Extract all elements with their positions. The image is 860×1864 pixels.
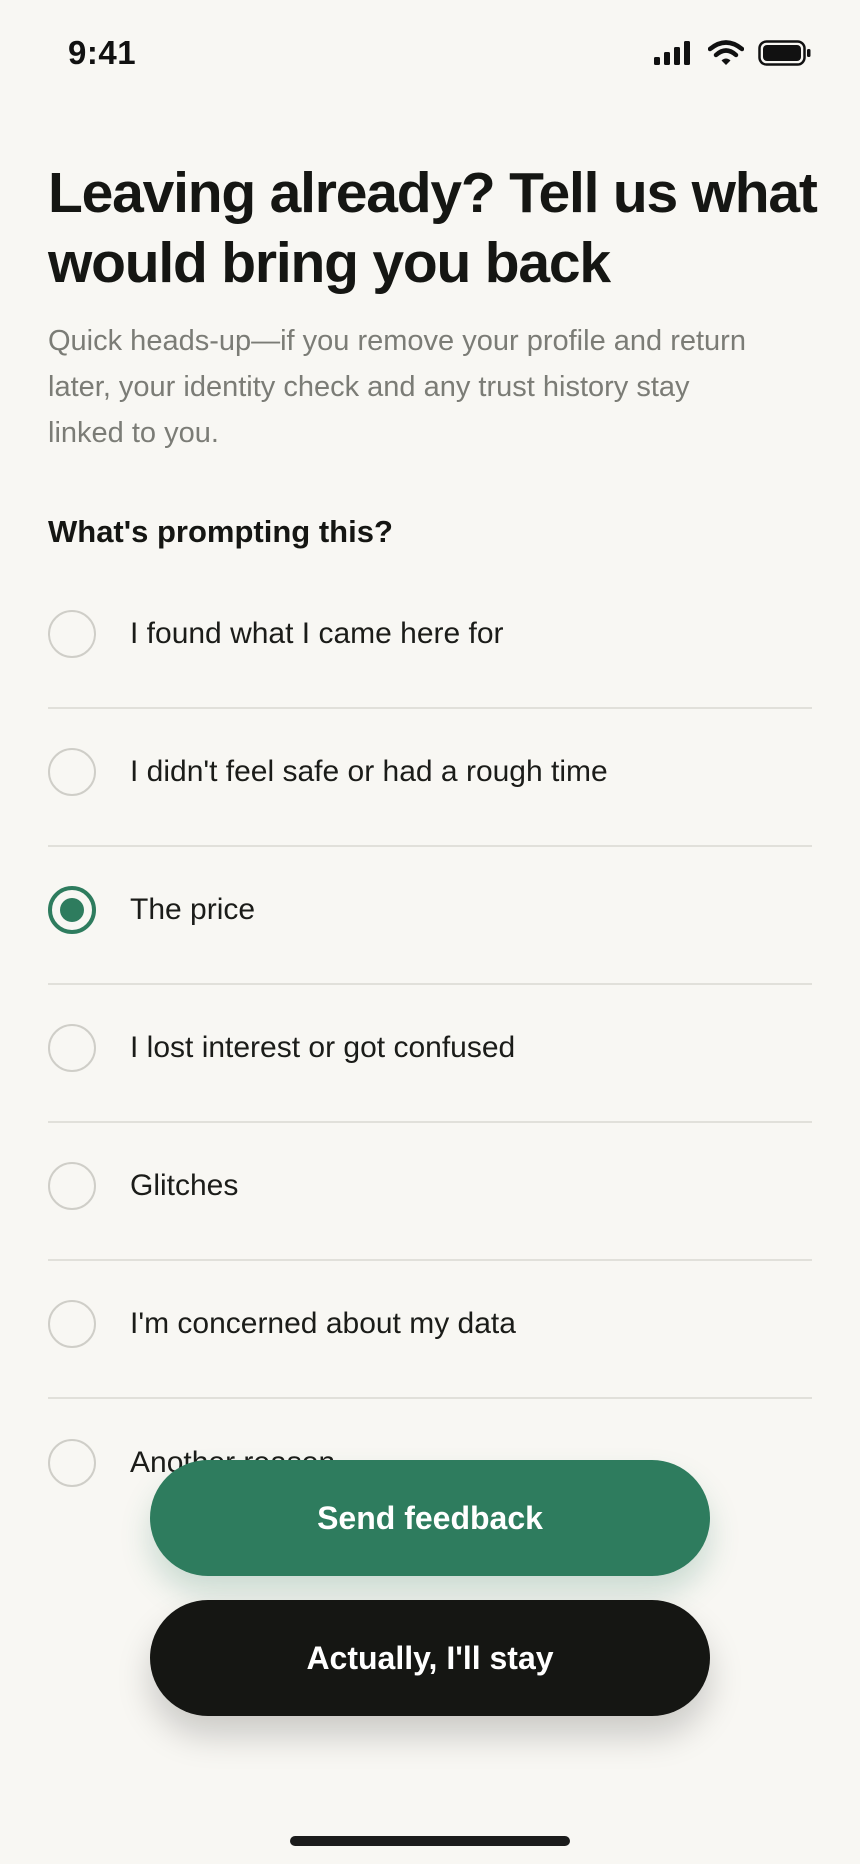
- radio-button-selected[interactable]: [48, 886, 96, 934]
- radio-button[interactable]: [48, 1300, 96, 1348]
- status-time: 9:41: [68, 34, 137, 71]
- wifi-icon: [708, 40, 744, 65]
- stay-button[interactable]: Actually, I'll stay: [150, 1600, 710, 1716]
- home-indicator: [290, 1836, 570, 1846]
- status-bar: 9:41: [0, 0, 860, 110]
- battery-icon: [758, 40, 811, 66]
- radio-button[interactable]: [48, 1024, 96, 1072]
- survey-question: What's prompting this?: [48, 514, 393, 549]
- reason-option-label: I found what I came here for: [130, 617, 504, 650]
- reason-option-data-concern[interactable]: I'm concerned about my data: [48, 1261, 812, 1399]
- send-feedback-button[interactable]: Send feedback: [150, 1460, 710, 1576]
- page-title: Leaving already? Tell us what would brin…: [48, 161, 818, 295]
- reason-option-label: The price: [130, 893, 256, 926]
- reason-option-price[interactable]: The price: [48, 847, 812, 985]
- page-subtitle: Quick heads-up—if you remove your profil…: [48, 325, 746, 449]
- radio-button[interactable]: [48, 748, 96, 796]
- reason-option-found-what-came-for[interactable]: I found what I came here for: [48, 571, 812, 709]
- radio-button[interactable]: [48, 1439, 96, 1487]
- reason-option-label: I lost interest or got confused: [130, 1031, 516, 1064]
- reason-option-lost-interest[interactable]: I lost interest or got confused: [48, 985, 812, 1123]
- cellular-signal-icon: [654, 41, 690, 65]
- radio-button[interactable]: [48, 1162, 96, 1210]
- radio-button[interactable]: [48, 610, 96, 658]
- status-icons: [654, 40, 812, 66]
- reason-option-label: Glitches: [130, 1169, 239, 1202]
- reason-option-didnt-feel-safe[interactable]: I didn't feel safe or had a rough time: [48, 709, 812, 847]
- reason-option-label: I didn't feel safe or had a rough time: [130, 755, 608, 788]
- reason-option-glitches[interactable]: Glitches: [48, 1123, 812, 1261]
- reason-options: I found what I came here for I didn't fe…: [48, 571, 812, 1537]
- reason-option-label: I'm concerned about my data: [130, 1307, 516, 1340]
